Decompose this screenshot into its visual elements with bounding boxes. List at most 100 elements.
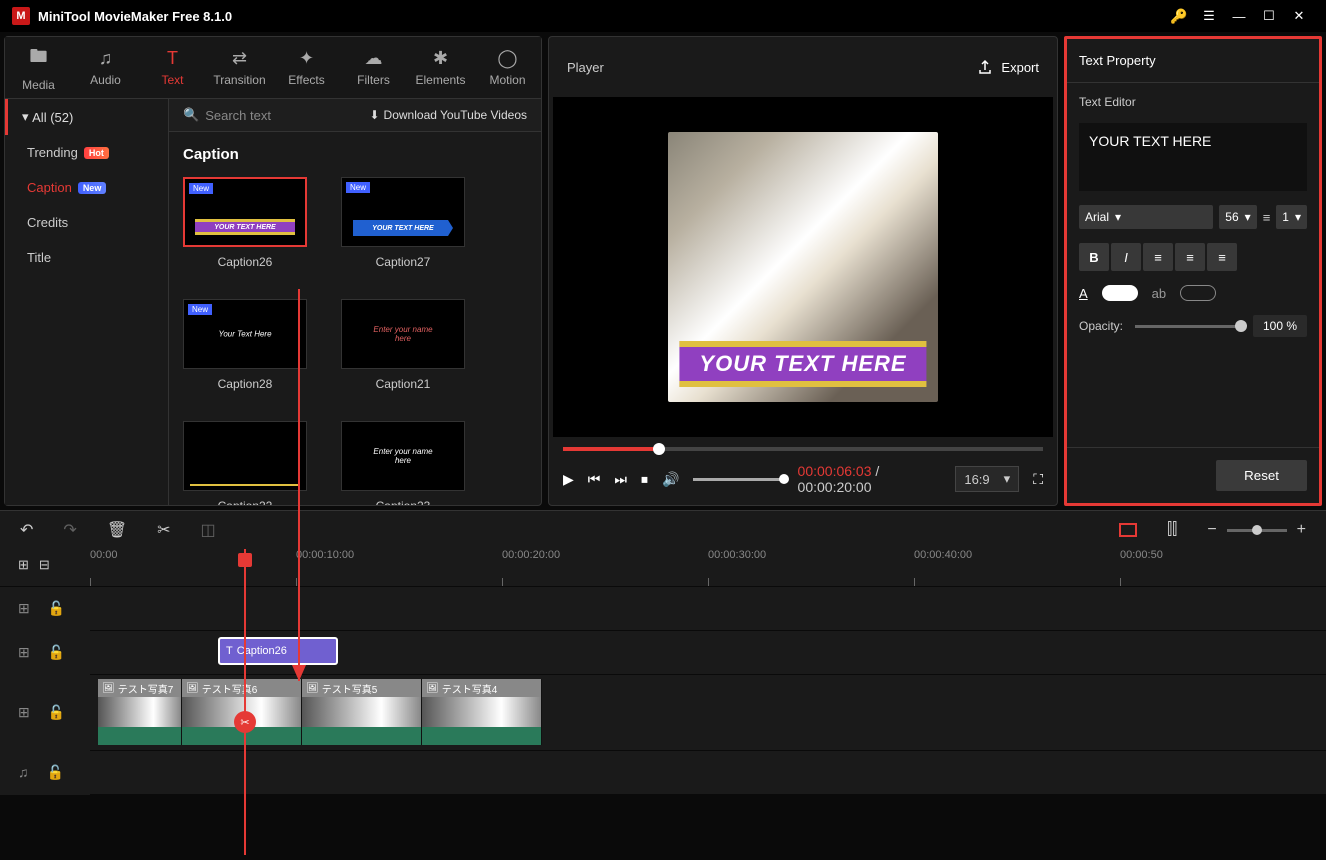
scissors-icon[interactable]: ✂ — [234, 711, 256, 733]
text-editor-label: Text Editor — [1079, 95, 1307, 109]
fullscreen-button[interactable]: ⛶ — [1033, 471, 1043, 488]
text-overlay[interactable]: YOUR TEXT HERE — [679, 341, 926, 387]
tab-effects[interactable]: ✦Effects — [273, 37, 340, 98]
align-left-button[interactable]: ≡ — [1143, 243, 1173, 271]
delete-button[interactable]: 🗑 — [107, 520, 127, 540]
category-caption[interactable]: CaptionNew — [5, 170, 168, 205]
video-clip[interactable]: 🖼テスト写真4 — [422, 679, 542, 745]
undo-button[interactable]: ↶ — [20, 520, 33, 540]
volume-slider[interactable] — [693, 478, 783, 481]
category-all[interactable]: ▾ All (52) — [5, 99, 168, 135]
template-caption27[interactable]: NewYOUR TEXT HERE Caption27 — [341, 177, 465, 269]
reset-button[interactable]: Reset — [1216, 460, 1307, 491]
template-caption26[interactable]: NewYOUR TEXT HERE Caption26 — [183, 177, 307, 269]
chevron-down-icon: ▾ — [1115, 210, 1121, 224]
zoom-in-button[interactable]: + — [1297, 521, 1306, 539]
redo-button[interactable]: ↷ — [63, 520, 76, 540]
titlebar: M MiniTool MovieMaker Free 8.1.0 🔑 ☰ — ☐… — [0, 0, 1326, 32]
template-caption21[interactable]: Enter your name here Caption21 — [341, 299, 465, 391]
text-property-panel: Text Property Text Editor Arial▾ 56▾ ≡ 1… — [1064, 36, 1322, 506]
category-title[interactable]: Title — [5, 240, 168, 275]
tab-filters[interactable]: ☁Filters — [340, 37, 407, 98]
magnet-icon[interactable]: ⫿⫿ — [1167, 521, 1177, 539]
remove-marker-icon[interactable]: ⊟ — [39, 557, 50, 573]
text-input[interactable] — [1079, 123, 1307, 191]
split-button[interactable]: ✂ — [157, 520, 170, 540]
transition-icon: ⇄ — [232, 48, 247, 69]
aspect-ratio-select[interactable]: 16:9▾ — [955, 466, 1019, 492]
lock-icon[interactable]: 🔓 — [48, 704, 65, 721]
tab-text[interactable]: TText — [139, 37, 206, 98]
template-caption23[interactable]: Enter your name here Caption23 — [341, 421, 465, 505]
image-icon: 🖼 — [186, 683, 199, 694]
highlight-color-swatch[interactable] — [1180, 285, 1216, 301]
text-color-swatch[interactable] — [1102, 285, 1138, 301]
next-frame-button[interactable]: ⏭ — [614, 471, 627, 488]
tab-transition[interactable]: ⇄Transition — [206, 37, 273, 98]
align-right-button[interactable]: ≡ — [1207, 243, 1237, 271]
font-size-select[interactable]: 56▾ — [1219, 205, 1256, 229]
caption-clip[interactable]: TCaption26 — [218, 637, 338, 665]
lock-icon[interactable]: 🔓 — [48, 644, 65, 661]
zoom-out-button[interactable]: − — [1207, 521, 1216, 539]
time-display: 00:00:06:03 / 00:00:20:00 — [798, 463, 942, 495]
opacity-slider[interactable] — [1135, 325, 1241, 328]
tab-elements[interactable]: ✱Elements — [407, 37, 474, 98]
menu-icon[interactable]: ☰ — [1194, 1, 1224, 31]
video-track-icon: ⊞ — [18, 600, 30, 617]
chevron-down-icon: ▾ — [1004, 471, 1011, 487]
tab-audio[interactable]: ♫Audio — [72, 37, 139, 98]
preview-viewport[interactable]: YOUR TEXT HERE — [553, 97, 1053, 437]
lock-icon[interactable]: 🔓 — [47, 764, 64, 781]
export-button[interactable]: Export — [977, 59, 1039, 75]
audio-track-icon: ♫ — [18, 764, 29, 781]
opacity-label: Opacity: — [1079, 319, 1123, 333]
line-height-select[interactable]: 1▾ — [1276, 205, 1307, 229]
search-input[interactable]: 🔍Search text — [183, 107, 359, 123]
zoom-slider[interactable] — [1227, 529, 1287, 532]
video-clip[interactable]: 🖼テスト写真5 — [302, 679, 422, 745]
stop-button[interactable]: ⏹ — [641, 471, 648, 488]
key-icon[interactable]: 🔑 — [1164, 1, 1194, 31]
track-empty1[interactable]: ⊞🔓 — [90, 587, 1326, 631]
playhead[interactable]: ✂ — [244, 549, 246, 855]
chevron-down-icon: ▾ — [22, 109, 32, 125]
maximize-button[interactable]: ☐ — [1254, 1, 1284, 31]
download-youtube-link[interactable]: ⬇Download YouTube Videos — [369, 108, 527, 122]
timeline-ruler[interactable]: ⊞ ⊟ 00:00 00:00:10:00 00:00:20:00 00:00:… — [0, 549, 1326, 587]
progress-bar[interactable] — [563, 447, 1043, 451]
track-caption[interactable]: ⊞🔓 TCaption26 — [90, 631, 1326, 675]
hot-badge: Hot — [84, 147, 109, 159]
category-sidebar: ▾ All (52) TrendingHot CaptionNew Credit… — [5, 99, 169, 505]
category-credits[interactable]: Credits — [5, 205, 168, 240]
close-button[interactable]: ✕ — [1284, 1, 1314, 31]
annotation-arrow — [298, 289, 300, 681]
play-button[interactable]: ▶ — [563, 471, 574, 488]
prev-frame-button[interactable]: ⏮ — [588, 471, 601, 488]
minimize-button[interactable]: — — [1224, 1, 1254, 31]
tab-media[interactable]: 🖿Media — [5, 37, 72, 98]
track-video[interactable]: ⊞🔓 🖼テスト写真7 🖼テスト写真6 🖼テスト写真5 🖼テスト写真4 — [90, 675, 1326, 751]
crop-button[interactable]: ◫ — [201, 520, 216, 540]
line-height-icon: ≡ — [1263, 210, 1271, 225]
text-color-icon: A — [1079, 286, 1088, 301]
italic-button[interactable]: I — [1111, 243, 1141, 271]
font-select[interactable]: Arial▾ — [1079, 205, 1213, 229]
auto-fit-button[interactable] — [1119, 523, 1137, 537]
track-audio[interactable]: ♫🔓 — [90, 751, 1326, 795]
video-clip[interactable]: 🖼テスト写真7 — [98, 679, 182, 745]
tab-motion[interactable]: ◯Motion — [474, 37, 541, 98]
lock-icon[interactable]: 🔓 — [48, 600, 65, 617]
filters-icon: ☁ — [365, 48, 383, 69]
template-caption28[interactable]: NewYour Text Here Caption28 — [183, 299, 307, 391]
add-marker-icon[interactable]: ⊞ — [18, 557, 29, 573]
template-caption22[interactable]: Caption22 — [183, 421, 307, 505]
bold-button[interactable]: B — [1079, 243, 1109, 271]
category-trending[interactable]: TrendingHot — [5, 135, 168, 170]
search-icon: 🔍 — [183, 107, 199, 123]
folder-icon: 🖿 — [30, 44, 48, 74]
image-icon: 🖼 — [306, 683, 319, 694]
volume-icon[interactable]: 🔊 — [662, 471, 679, 488]
chevron-down-icon: ▾ — [1295, 210, 1301, 224]
align-center-button[interactable]: ≡ — [1175, 243, 1205, 271]
